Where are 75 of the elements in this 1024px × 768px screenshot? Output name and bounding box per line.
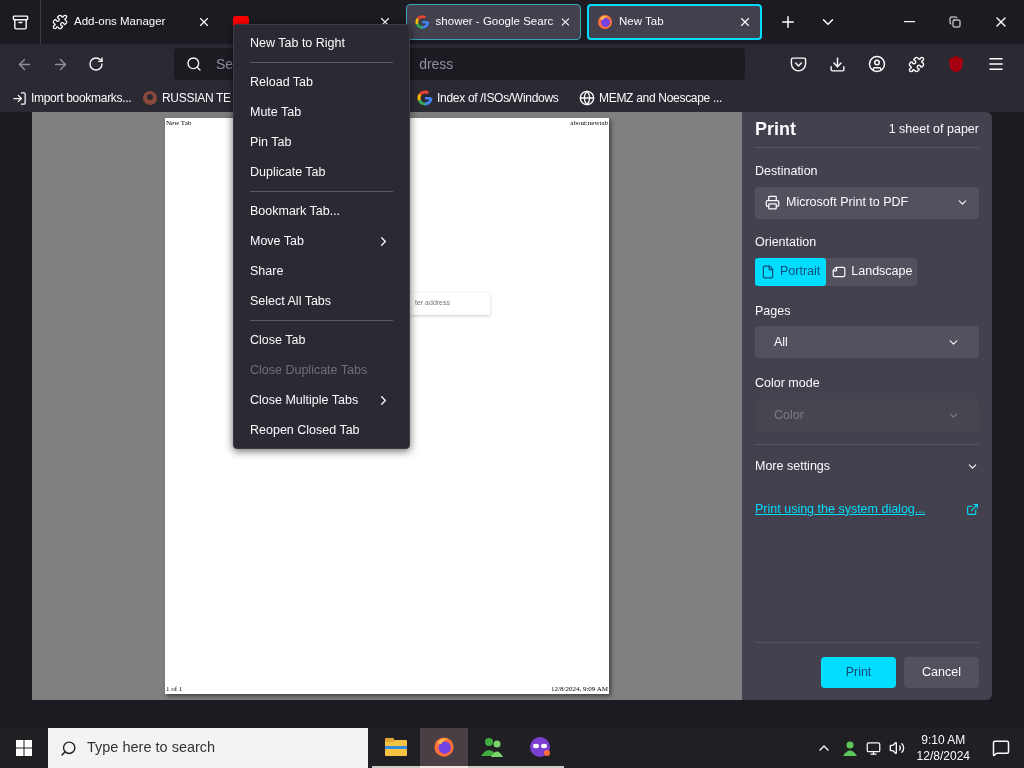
panel-title: Print: [755, 118, 796, 141]
bookmark-item[interactable]: MEMZ and Noescape ...: [599, 89, 723, 107]
field-label: Destination: [755, 163, 819, 180]
close-icon[interactable]: [738, 15, 752, 29]
people-icon: [480, 736, 504, 758]
avatar-icon: [142, 90, 158, 106]
sheet-count: 1 sheet of paper: [888, 121, 979, 139]
extensions-icon[interactable]: [908, 55, 925, 73]
menu-icon[interactable]: [987, 55, 1005, 73]
notifications-icon[interactable]: [992, 739, 1010, 757]
page-icon: [761, 264, 775, 279]
mask-icon: [528, 736, 552, 758]
taskbar-app[interactable]: [420, 728, 468, 768]
tab-title: New Tab: [619, 14, 665, 30]
address-placeholder: Se: [216, 54, 234, 74]
menu-item[interactable]: Bookmark Tab...: [234, 196, 409, 226]
minimize-icon: [903, 21, 915, 23]
bookmark-item[interactable]: RUSSIAN TE: [162, 89, 231, 107]
close-icon[interactable]: [559, 15, 572, 29]
bookmark-item[interactable]: Import bookmarks...: [31, 89, 132, 107]
close-icon[interactable]: [197, 15, 211, 29]
orientation-option[interactable]: Landscape: [826, 257, 919, 286]
browser-tab[interactable]: New Tab: [587, 4, 762, 40]
network-icon[interactable]: [865, 740, 881, 756]
menu-item[interactable]: Share: [234, 256, 409, 286]
more-settings-toggle[interactable]: More settings: [755, 457, 979, 476]
folder-icon: [385, 738, 407, 756]
print-button[interactable]: Print: [821, 657, 896, 688]
reload-icon: [88, 56, 104, 72]
field-label: Pages: [755, 302, 792, 320]
pocket-icon[interactable]: [790, 55, 807, 73]
menu-item[interactable]: Pin Tab: [234, 127, 409, 157]
firefox-icon: [433, 736, 455, 758]
orientation-option[interactable]: Portrait: [755, 257, 827, 286]
menu-item[interactable]: Mute Tab: [234, 97, 409, 127]
restore-icon: [949, 16, 961, 28]
menu-item[interactable]: Close Multiple Tabs: [234, 385, 409, 415]
menu-item[interactable]: Select All Tabs: [234, 286, 409, 316]
menu-item: Close Duplicate Tabs: [249, 361, 369, 379]
volume-icon[interactable]: [888, 740, 905, 756]
external-link-icon: [966, 502, 979, 516]
menu-item[interactable]: Close Tab: [234, 325, 409, 355]
clock[interactable]: 9:10 AM 12/8/2024: [916, 732, 970, 764]
menu-item[interactable]: Duplicate Tab: [234, 157, 409, 187]
menu-item[interactable]: Move Tab: [234, 226, 409, 256]
google-icon: [415, 14, 430, 30]
browser-tab[interactable]: Add-ons Manager: [44, 4, 219, 40]
browser-tab[interactable]: shower - Google Searc: [406, 4, 581, 40]
search-icon: [60, 739, 77, 757]
menu-item[interactable]: Reopen Closed Tab: [234, 415, 409, 445]
page-icon: [832, 264, 847, 279]
plus-icon: [779, 13, 797, 31]
pages-select[interactable]: All: [755, 326, 979, 359]
puzzle-icon: [52, 14, 68, 30]
bookmark-item[interactable]: Index of /ISOs/Windows: [437, 89, 559, 107]
tab-list-icon: [11, 13, 29, 31]
firefox-icon: [597, 14, 613, 30]
address-placeholder: dress: [419, 54, 454, 74]
printer-icon: [765, 195, 780, 211]
destination-select[interactable]: Microsoft Print to PDF: [755, 186, 979, 219]
search-icon: [186, 56, 202, 72]
person-icon[interactable]: [841, 740, 858, 756]
field-label: Color mode: [755, 375, 821, 393]
google-icon: [417, 90, 433, 106]
field-label: Orientation: [755, 233, 818, 251]
tab-title: Add-ons Manager: [74, 14, 167, 30]
system-dialog-link[interactable]: Print using the system dialog...: [755, 499, 966, 519]
windows-icon: [16, 740, 32, 756]
import-icon: [12, 90, 27, 106]
download-icon[interactable]: [829, 55, 846, 73]
tab-title: shower - Google Searc: [435, 14, 554, 30]
globe-icon: [579, 90, 595, 106]
account-icon[interactable]: [868, 55, 886, 73]
taskbar-search-field[interactable]: Type here to search: [48, 728, 368, 768]
cancel-button[interactable]: Cancel: [904, 657, 979, 688]
